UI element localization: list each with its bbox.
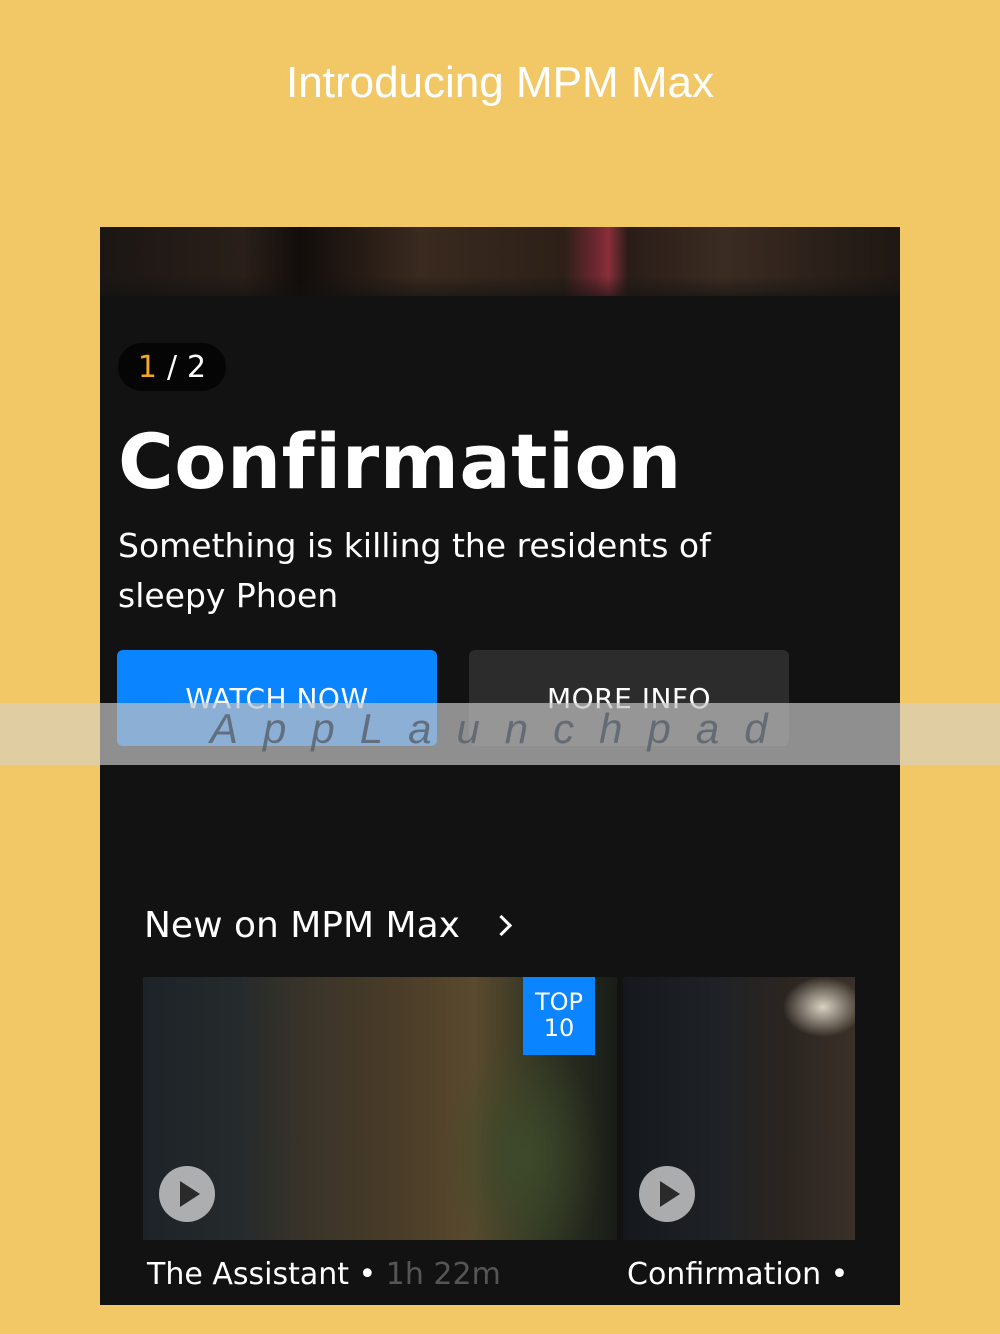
promo-title: Introducing MPM Max xyxy=(286,58,714,107)
page-indicator: 1 / 2 xyxy=(118,343,226,391)
top-10-badge: TOP 10 xyxy=(523,977,595,1055)
play-icon[interactable] xyxy=(159,1166,215,1222)
section-header[interactable]: New on MPM Max xyxy=(144,905,513,946)
rail-item-caption: Confirmation • xyxy=(627,1257,855,1292)
chevron-right-icon xyxy=(490,914,513,937)
watermark-text: AppLaunchpad xyxy=(210,705,793,752)
rail-item-duration: 1h 22m xyxy=(385,1257,501,1292)
page-total: 2 xyxy=(187,349,207,385)
badge-line-2: 10 xyxy=(543,1014,575,1042)
hero-image xyxy=(100,227,900,296)
app-screen: 1 / 2 Confirmation Something is killing … xyxy=(100,227,900,1305)
rail-item-caption: The Assistant • 1h 22m xyxy=(147,1257,501,1292)
page-separator: / xyxy=(166,349,178,385)
rail-item-thumbnail[interactable]: TOP 10 xyxy=(143,977,617,1240)
badge-line-1: TOP xyxy=(534,988,584,1016)
hero-description: Something is killing the residents of sl… xyxy=(118,526,711,615)
caption-separator: • xyxy=(821,1257,849,1292)
rail-item-thumbnail[interactable] xyxy=(623,977,855,1240)
watermark-band: AppLaunchpad xyxy=(0,703,1000,765)
rail-item-title: The Assistant xyxy=(147,1257,350,1292)
rail-item-title: Confirmation xyxy=(627,1257,822,1292)
section-title: New on MPM Max xyxy=(144,905,460,946)
hero-title: Confirmation xyxy=(118,417,682,506)
play-icon[interactable] xyxy=(639,1166,695,1222)
caption-separator: • xyxy=(349,1257,386,1292)
page-current: 1 xyxy=(137,349,157,385)
